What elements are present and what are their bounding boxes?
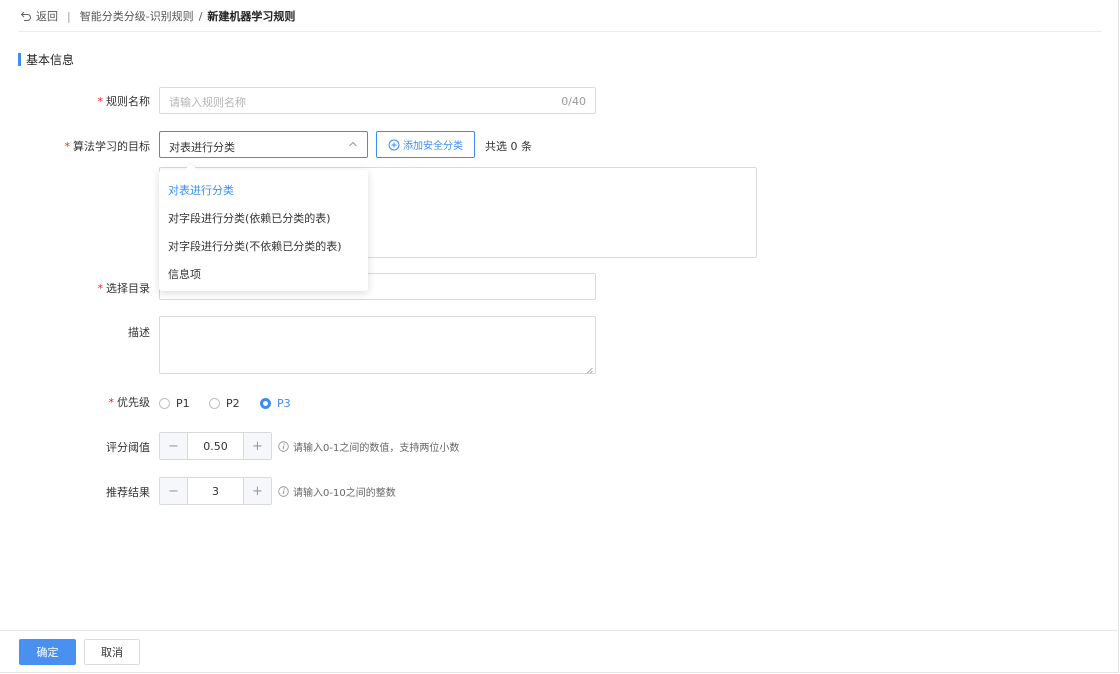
- radio-label: P1: [176, 397, 190, 410]
- threshold-stepper: − 0.50 +: [159, 432, 272, 460]
- priority-radio-p2[interactable]: P2: [209, 397, 240, 410]
- breadcrumb-separator: |: [67, 9, 71, 23]
- rule-name-counter: 0/40: [561, 95, 586, 108]
- add-security-category-label: 添加安全分类: [403, 141, 463, 152]
- info-icon: [278, 441, 289, 452]
- goal-label: * 算法学习的目标: [64, 140, 151, 153]
- priority-radio-p1[interactable]: P1: [159, 397, 190, 410]
- rule-name-placeholder: 请输入规则名称: [169, 96, 246, 109]
- required-mark: *: [108, 396, 115, 409]
- catalog-label: * 选择目录: [97, 282, 151, 295]
- required-mark: *: [97, 95, 104, 108]
- radio-label: P3: [277, 397, 291, 410]
- radio-circle-selected: [260, 398, 271, 409]
- threshold-hint-text: 请输入0-1之间的数值，支持两位小数: [293, 443, 460, 454]
- section-title-text: 基本信息: [26, 52, 75, 67]
- required-mark: *: [64, 140, 71, 153]
- add-security-category-button[interactable]: 添加安全分类: [376, 131, 475, 158]
- breadcrumb-divider: [18, 31, 1102, 32]
- rule-name-input[interactable]: 请输入规则名称 0/40: [159, 87, 596, 114]
- selected-total: 共选 0 条: [485, 140, 532, 153]
- threshold-hint: 请输入0-1之间的数值，支持两位小数: [278, 439, 459, 454]
- footer-divider: [0, 630, 1119, 631]
- rule-name-label: * 规则名称: [97, 95, 151, 108]
- goal-option[interactable]: 对字段进行分类(不依赖已分类的表): [168, 238, 342, 254]
- goal-option[interactable]: 对表进行分类: [168, 182, 234, 198]
- breadcrumb-current: 新建机器学习规则: [207, 10, 296, 23]
- back-link[interactable]: 返回: [36, 8, 58, 24]
- info-icon: [278, 486, 289, 497]
- recommend-increment-button[interactable]: +: [243, 478, 271, 504]
- threshold-value[interactable]: 0.50: [188, 433, 243, 459]
- priority-radio-p3[interactable]: P3: [260, 397, 291, 410]
- radio-label: P2: [226, 397, 240, 410]
- goal-select[interactable]: 对表进行分类: [159, 131, 368, 158]
- recommend-stepper: − 3 +: [159, 477, 272, 505]
- cancel-button[interactable]: 取消: [84, 639, 140, 665]
- back-arrow-icon[interactable]: [20, 10, 32, 22]
- chevron-up-icon: [347, 138, 359, 150]
- threshold-label: 评分阈值: [106, 441, 150, 454]
- recommend-label: 推荐结果: [106, 486, 150, 499]
- section-accent-bar: [18, 52, 21, 66]
- plus-circle-icon: [388, 139, 400, 151]
- goal-selected-value: 对表进行分类: [169, 141, 235, 154]
- threshold-increment-button[interactable]: +: [243, 433, 271, 459]
- recommend-decrement-button[interactable]: −: [160, 478, 188, 504]
- description-label: 描述: [128, 326, 150, 339]
- threshold-decrement-button[interactable]: −: [160, 433, 188, 459]
- confirm-button[interactable]: 确定: [19, 639, 76, 665]
- recommend-value[interactable]: 3: [188, 478, 243, 504]
- radio-circle: [159, 398, 170, 409]
- breadcrumb-slash: /: [198, 9, 203, 23]
- resize-handle-icon[interactable]: [586, 364, 593, 374]
- goal-option[interactable]: 对字段进行分类(依赖已分类的表): [168, 210, 331, 226]
- section-title: 基本信息: [18, 52, 75, 67]
- goal-option[interactable]: 信息项: [168, 266, 201, 282]
- recommend-hint: 请输入0-10之间的整数: [278, 484, 396, 499]
- description-textarea[interactable]: [159, 316, 596, 374]
- goal-dropdown-menu: 对表进行分类 对字段进行分类(依赖已分类的表) 对字段进行分类(不依赖已分类的表…: [159, 163, 368, 291]
- required-mark: *: [97, 282, 104, 295]
- recommend-hint-text: 请输入0-10之间的整数: [293, 488, 396, 499]
- breadcrumb-parent[interactable]: 智能分类分级-识别规则: [80, 8, 194, 24]
- radio-circle: [209, 398, 220, 409]
- breadcrumb: 返回 | 智能分类分级-识别规则 / 新建机器学习规则: [20, 9, 295, 23]
- priority-label: * 优先级: [108, 396, 151, 409]
